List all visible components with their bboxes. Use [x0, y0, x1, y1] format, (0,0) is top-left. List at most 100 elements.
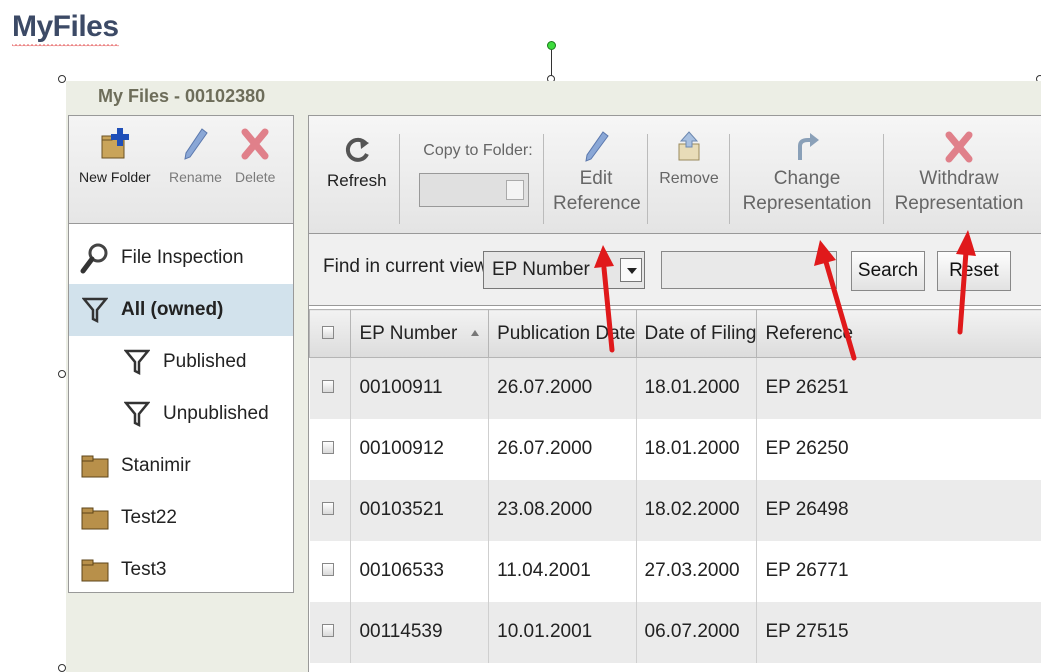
reset-button[interactable]: Reset [937, 251, 1011, 291]
reference-cell: EP 27515 [756, 601, 1041, 663]
table-row[interactable]: 00106533 11.04.2001 27.03.2000 EP 26771 [309, 540, 1041, 602]
column-header-date-of-filing[interactable]: Date of Filing [635, 309, 758, 358]
tree-item-label: File Inspection [121, 247, 244, 268]
new-folder-button[interactable]: New Folder [79, 126, 151, 185]
column-header-publication-date[interactable]: Publication Date [488, 309, 637, 358]
row-checkbox[interactable] [321, 502, 334, 515]
files-table: EP Number Publication Date Date of Filin… [309, 309, 1041, 663]
folder-icon [79, 502, 111, 534]
filter-icon [121, 398, 153, 430]
chevron-down-icon [620, 258, 642, 282]
search-field-value: EP Number [492, 259, 590, 280]
toolbar-separator [399, 134, 400, 224]
filter-icon [79, 294, 111, 326]
tree-item-all-owned[interactable]: All (owned) [69, 284, 293, 336]
tree-item-label: Stanimir [121, 455, 191, 476]
column-header-label: EP Number [359, 322, 458, 344]
document-heading: MyFiles [12, 10, 119, 48]
tree-item-test22[interactable]: Test22 [69, 492, 293, 544]
delete-label: Delete [235, 169, 276, 185]
document-heading-text: MyFiles [12, 10, 119, 43]
pencil-icon [585, 131, 609, 162]
toolbar-separator [883, 134, 884, 224]
row-checkbox[interactable] [321, 624, 334, 637]
files-toolbar: Refresh Copy to Folder: Edit Reference R… [309, 116, 1041, 234]
filing-date-cell: 06.07.2000 [636, 601, 758, 663]
edit-label-line1: Edit [579, 168, 613, 189]
row-select-cell[interactable] [309, 357, 352, 419]
edit-label-line2: Reference [553, 193, 641, 214]
row-checkbox[interactable] [321, 380, 334, 394]
rename-button[interactable]: Rename [169, 126, 222, 185]
reference-cell: EP 26250 [756, 418, 1041, 480]
delete-button[interactable]: Delete [235, 126, 275, 185]
edit-reference-button[interactable]: Edit Reference [553, 130, 641, 216]
withdraw-label-line2: Representation [894, 193, 1024, 214]
tree-item-file-inspection[interactable]: File Inspection [69, 232, 293, 284]
filing-date-cell: 18.01.2000 [636, 418, 758, 480]
refresh-button[interactable]: Refresh [327, 134, 387, 193]
ep-number-cell: 00114539 [350, 601, 490, 663]
folder-panel: New Folder Rename Delete File Inspection… [68, 115, 294, 593]
remove-folder-icon [678, 131, 700, 161]
column-header-ep-number[interactable]: EP Number [350, 309, 490, 358]
change-representation-button[interactable]: Change Representation [739, 130, 875, 216]
toolbar-separator [729, 134, 730, 224]
row-select-cell[interactable] [309, 540, 352, 602]
ep-number-cell: 00100911 [350, 357, 490, 419]
find-in-view-label: Find in current view [323, 256, 488, 277]
filing-date-cell: 18.01.2000 [636, 357, 758, 419]
reference-cell: EP 26771 [756, 540, 1041, 602]
search-field-select[interactable]: EP Number [483, 251, 645, 289]
change-label-line2: Representation [742, 193, 872, 214]
remove-button[interactable]: Remove [657, 130, 721, 191]
row-select-cell[interactable] [309, 479, 352, 541]
table-header-row: EP Number Publication Date Date of Filin… [309, 309, 1041, 358]
table-row[interactable]: 00100911 26.07.2000 18.01.2000 EP 26251 [309, 357, 1041, 419]
table-row[interactable]: 00100912 26.07.2000 18.01.2000 EP 26250 [309, 418, 1041, 480]
rotation-line [551, 50, 552, 78]
reference-cell: EP 26251 [756, 357, 1041, 419]
sort-ascending-icon [471, 330, 480, 337]
row-select-cell[interactable] [309, 601, 352, 663]
remove-label: Remove [659, 170, 719, 187]
resize-handle-bottom-left[interactable] [58, 664, 66, 672]
resize-handle-left[interactable] [58, 370, 66, 378]
delete-x-icon [241, 128, 269, 160]
rotate-handle[interactable] [547, 41, 556, 50]
copy-to-folder-group: Copy to Folder: [413, 138, 543, 207]
table-row[interactable]: 00114539 10.01.2001 06.07.2000 EP 27515 [309, 601, 1041, 663]
publication-date-cell: 10.01.2001 [488, 601, 637, 663]
column-header-reference[interactable]: Reference [756, 309, 1041, 358]
filing-date-cell: 18.02.2000 [636, 479, 758, 541]
select-all-checkbox[interactable] [322, 325, 334, 339]
withdraw-label-line1: Withdraw [919, 168, 999, 189]
ep-number-cell: 00100912 [350, 418, 490, 480]
refresh-icon [345, 137, 369, 162]
copy-to-folder-select[interactable] [419, 173, 529, 207]
withdraw-representation-button[interactable]: Withdraw Representation [891, 130, 1027, 216]
change-label-line1: Change [773, 168, 841, 189]
tree-item-unpublished[interactable]: Unpublished [69, 388, 293, 440]
search-input[interactable] [661, 251, 837, 289]
myfiles-window: My Files - 00102380 New Folder Rename De… [66, 81, 1041, 672]
filing-date-cell: 27.03.2000 [636, 540, 758, 602]
row-checkbox[interactable] [321, 563, 334, 576]
folder-icon [79, 450, 111, 482]
tree-item-label: All (owned) [121, 299, 224, 320]
row-checkbox[interactable] [321, 441, 334, 454]
ep-number-cell: 00106533 [350, 540, 490, 602]
search-button[interactable]: Search [851, 251, 925, 291]
chevron-down-icon [506, 180, 524, 200]
select-all-header[interactable] [309, 309, 352, 358]
tree-item-stanimir[interactable]: Stanimir [69, 440, 293, 492]
tree-item-test3[interactable]: Test3 [69, 544, 293, 596]
window-title: My Files - 00102380 [98, 86, 266, 106]
tree-item-published[interactable]: Published [69, 336, 293, 388]
table-row[interactable]: 00103521 23.08.2000 18.02.2000 EP 26498 [309, 479, 1041, 541]
column-header-label: Publication Date [497, 322, 636, 344]
row-select-cell[interactable] [309, 418, 352, 480]
publication-date-cell: 26.07.2000 [488, 357, 637, 419]
resize-handle-top-left[interactable] [58, 75, 66, 83]
pencil-icon [184, 128, 209, 160]
